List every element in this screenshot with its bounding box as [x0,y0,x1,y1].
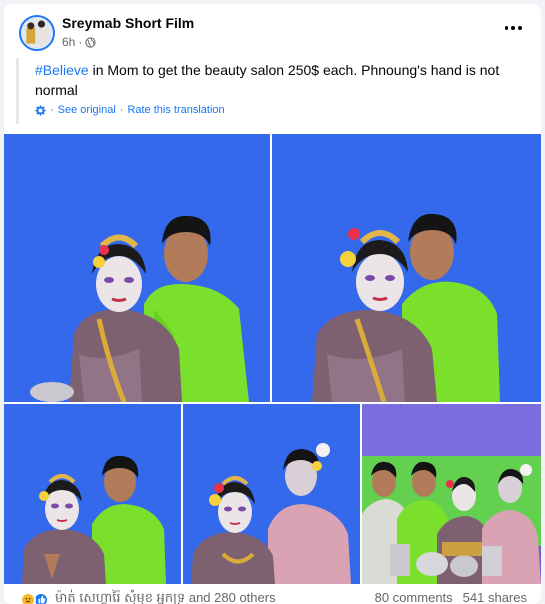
post-meta: 6h · [62,35,96,49]
more-options-icon[interactable] [503,22,523,34]
meta-separator: · [78,35,82,49]
photo-image-2 [272,134,541,402]
post-time[interactable]: 6h [62,35,75,49]
translation-separator: · [120,104,124,116]
engagement-counts: 80 comments 541 shares [375,590,527,604]
photo-couple-4[interactable] [183,404,360,584]
avatar-image [21,17,53,49]
post-body: in Mom to get the beauty salon 250$ each… [35,62,499,98]
comments-count[interactable]: 80 comments [375,590,453,604]
photo-image-4 [183,404,360,584]
gear-icon[interactable] [35,105,46,116]
photo-image-5 [362,404,541,584]
photo-couple-3[interactable] [4,404,181,584]
photo-image-3 [4,404,181,584]
see-original-link[interactable]: See original [58,104,116,116]
post-text-block: #Believe in Mom to get the beauty salon … [16,58,526,124]
author-avatar[interactable] [19,15,55,51]
post-header: Sreymab Short Film 6h · [4,4,541,58]
photo-couple-1[interactable] [4,134,270,402]
photo-image-1 [4,134,270,402]
photo-couple-2[interactable] [272,134,541,402]
reactions-summary[interactable]: ម៉ាត់ សេហ្គារ៉ៃ សុំមុខ អ្នកទ្រ and 280 o… [20,590,276,604]
photo-group[interactable] [362,404,541,584]
author-name[interactable]: Sreymab Short Film [62,15,194,31]
reactor-names[interactable]: ម៉ាត់ សេហ្គារ៉ៃ សុំមុខ អ្នកទ្រ and 280 o… [55,590,276,604]
translation-bar: · See original · Rate this translation [35,104,225,116]
post-footer: ម៉ាត់ សេហ្គារ៉ៃ សុំមុខ អ្នកទ្រ and 280 o… [4,588,541,604]
hashtag-link[interactable]: #Believe [35,62,89,78]
post-text: #Believe in Mom to get the beauty salon … [35,58,505,100]
translation-dot: · [50,104,54,116]
globe-icon [85,37,96,48]
shares-count[interactable]: 541 shares [463,590,527,604]
post-card: Sreymab Short Film 6h · #Believe in Mom … [4,4,541,604]
rate-translation-link[interactable]: Rate this translation [127,104,224,116]
photo-grid [4,134,541,584]
haha-icon [20,592,36,604]
